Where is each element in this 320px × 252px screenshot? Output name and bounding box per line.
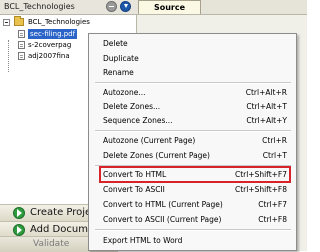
context-menu: Delete Duplicate Rename Autozone... Ctrl… bbox=[88, 33, 297, 251]
menu-item-delete[interactable]: Delete bbox=[103, 39, 128, 49]
add-documents-label: Add Docume bbox=[30, 224, 95, 235]
menu-item-convert-to-ascii[interactable]: Convert To ASCII bbox=[103, 185, 165, 195]
tree-item-label: adj2007fina bbox=[28, 52, 70, 60]
menu-shortcut: Ctrl+F8 bbox=[258, 215, 287, 224]
top-bar: BCL_Technologies Source bbox=[0, 0, 307, 15]
menu-item-export-html-to-word[interactable]: Export HTML to Word bbox=[103, 236, 182, 246]
menu-shortcut: Ctrl+T bbox=[262, 151, 287, 160]
tree-item-label: s-2coverpag bbox=[28, 41, 72, 49]
collapse-toggle-icon[interactable] bbox=[3, 19, 10, 26]
document-icon bbox=[18, 41, 25, 49]
collapse-icon[interactable] bbox=[106, 1, 117, 12]
menu-separator bbox=[95, 130, 291, 132]
menu-item-convert-html-current-page[interactable]: Convert to HTML (Current Page) bbox=[103, 200, 223, 210]
menu-item-duplicate[interactable]: Duplicate bbox=[103, 54, 139, 64]
menu-item-rename[interactable]: Rename bbox=[103, 68, 134, 78]
create-project-label: Create Proje bbox=[30, 207, 92, 218]
menu-item-delete-zones-current-page[interactable]: Delete Zones (Current Page) bbox=[103, 151, 210, 161]
menu-item-convert-to-html[interactable]: Convert To HTML bbox=[103, 170, 166, 180]
folder-icon bbox=[14, 16, 24, 26]
menu-shortcut: Ctrl+R bbox=[262, 136, 287, 145]
menu-separator bbox=[95, 82, 291, 84]
document-icon bbox=[18, 52, 25, 60]
info-down-icon[interactable] bbox=[120, 1, 131, 12]
play-icon bbox=[13, 224, 25, 236]
document-icon bbox=[18, 30, 25, 38]
play-icon bbox=[13, 207, 25, 219]
menu-item-convert-ascii-current-page[interactable]: Convert to ASCII (Current Page) bbox=[103, 215, 221, 225]
menu-shortcut: Ctrl+Alt+Y bbox=[246, 116, 287, 125]
menu-shortcut: Ctrl+Shift+F8 bbox=[234, 185, 287, 194]
tree-root-label: BCL_Technologies bbox=[28, 18, 90, 26]
tree-item-label-selected: sec-filing.pdf bbox=[28, 29, 78, 39]
menu-item-sequence-zones[interactable]: Sequence Zones... bbox=[103, 116, 173, 126]
tree-connector bbox=[8, 40, 10, 72]
menu-shortcut: Ctrl+Alt+R bbox=[245, 88, 287, 97]
tab-source[interactable]: Source bbox=[138, 0, 201, 14]
menu-shortcut: Ctrl+Shift+F7 bbox=[234, 170, 287, 179]
menu-item-autozone[interactable]: Autozone... bbox=[103, 88, 145, 98]
tree-root[interactable]: BCL_Technologies bbox=[0, 16, 120, 27]
menu-separator bbox=[95, 229, 291, 231]
menu-item-autozone-current-page[interactable]: Autozone (Current Page) bbox=[103, 136, 195, 146]
menu-item-delete-zones[interactable]: Delete Zones... bbox=[103, 102, 160, 112]
menu-shortcut: Ctrl+Alt+T bbox=[246, 102, 287, 111]
menu-shortcut: Ctrl+F7 bbox=[258, 200, 287, 209]
validate-label: Validate bbox=[33, 239, 70, 249]
panel-title: BCL_Technologies bbox=[4, 2, 75, 11]
tab-strip bbox=[202, 0, 307, 14]
